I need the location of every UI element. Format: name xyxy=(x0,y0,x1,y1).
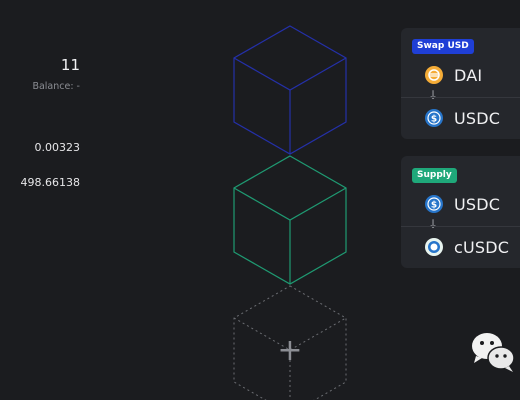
dai-coin-icon xyxy=(425,66,443,84)
output-value-b: 498.66138 xyxy=(20,176,81,189)
arrow-down-icon: ↓ xyxy=(428,88,439,102)
swap-divider xyxy=(401,97,520,98)
step-cube-swap[interactable] xyxy=(233,25,347,155)
supply-badge: Supply xyxy=(412,168,457,183)
output-value-a: 0.00323 xyxy=(34,141,81,154)
swap-badge: Swap USD xyxy=(412,39,474,54)
usdc-coin-icon: $ xyxy=(425,195,443,213)
step-cubes: + xyxy=(233,25,347,400)
swap-from-token: DAI xyxy=(454,65,483,85)
svg-text:$: $ xyxy=(431,201,437,211)
swap-to-token: USDC xyxy=(454,108,501,128)
supply-from-row: $ USDC xyxy=(424,193,500,215)
cusdc-coin-icon xyxy=(425,238,443,256)
swap-to-row: $ USDC xyxy=(424,107,500,129)
supply-from-token: USDC xyxy=(454,194,501,214)
step-cube-supply[interactable] xyxy=(233,155,347,285)
wechat-icon[interactable] xyxy=(470,330,518,374)
balance-label: Balance: - xyxy=(32,81,80,92)
supply-to-row: cUSDC xyxy=(424,236,509,258)
supply-to-token: cUSDC xyxy=(454,237,510,257)
swap-card[interactable]: Swap USD DAI ↓ $ USDC xyxy=(401,28,520,139)
arrow-down-icon: ↓ xyxy=(428,217,439,231)
add-step-plus-icon[interactable]: + xyxy=(277,333,302,368)
svg-text:$: $ xyxy=(431,115,437,125)
supply-divider xyxy=(401,226,520,227)
supply-card[interactable]: Supply $ USDC ↓ cUSDC xyxy=(401,156,520,268)
strategy-builder: 11 Balance: - 0.00323 498.66138 + Swap U… xyxy=(0,0,520,400)
input-amount[interactable]: 11 xyxy=(61,56,80,74)
swap-from-row: DAI xyxy=(424,64,482,86)
usdc-coin-icon: $ xyxy=(425,109,443,127)
